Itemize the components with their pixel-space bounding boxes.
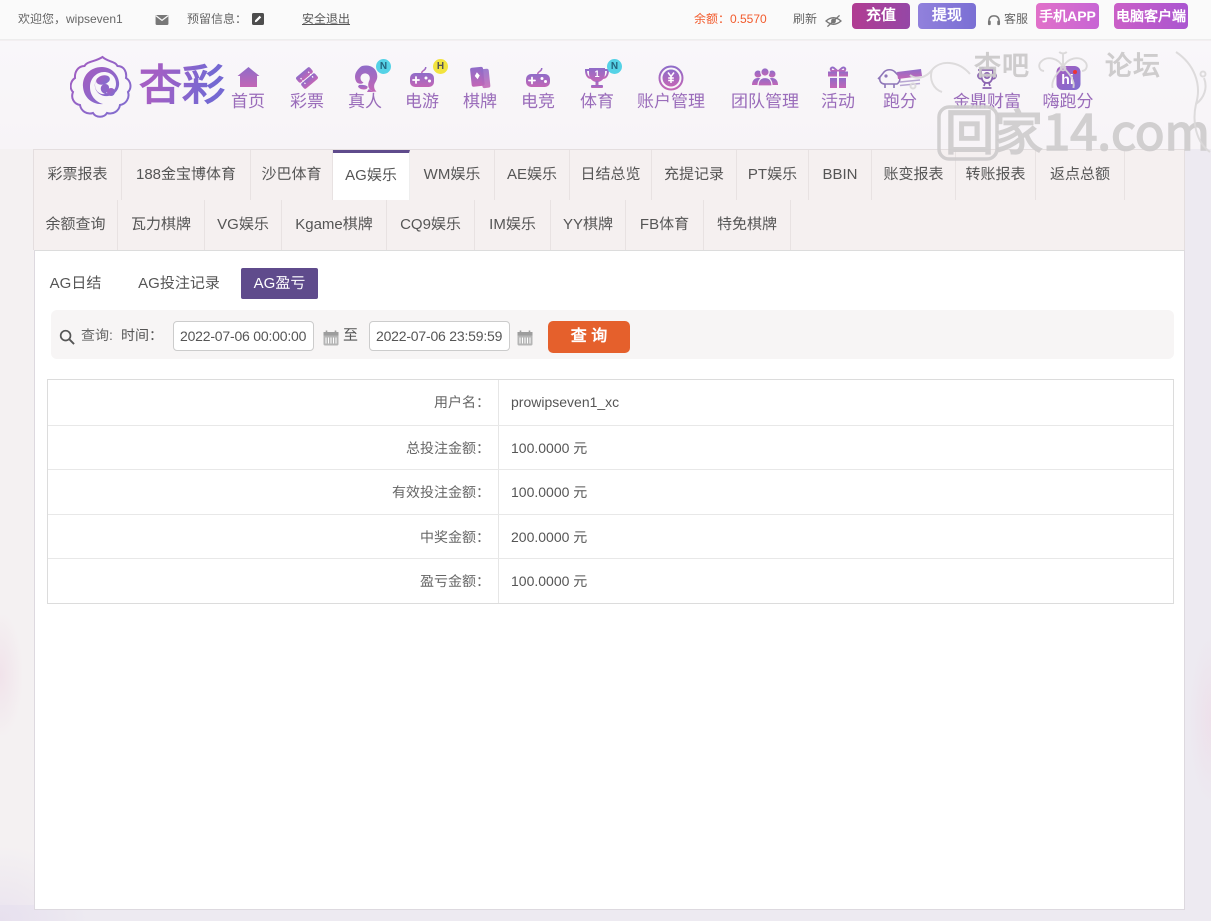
- svg-text:hi: hi: [1061, 71, 1073, 87]
- svg-text:1: 1: [594, 69, 599, 79]
